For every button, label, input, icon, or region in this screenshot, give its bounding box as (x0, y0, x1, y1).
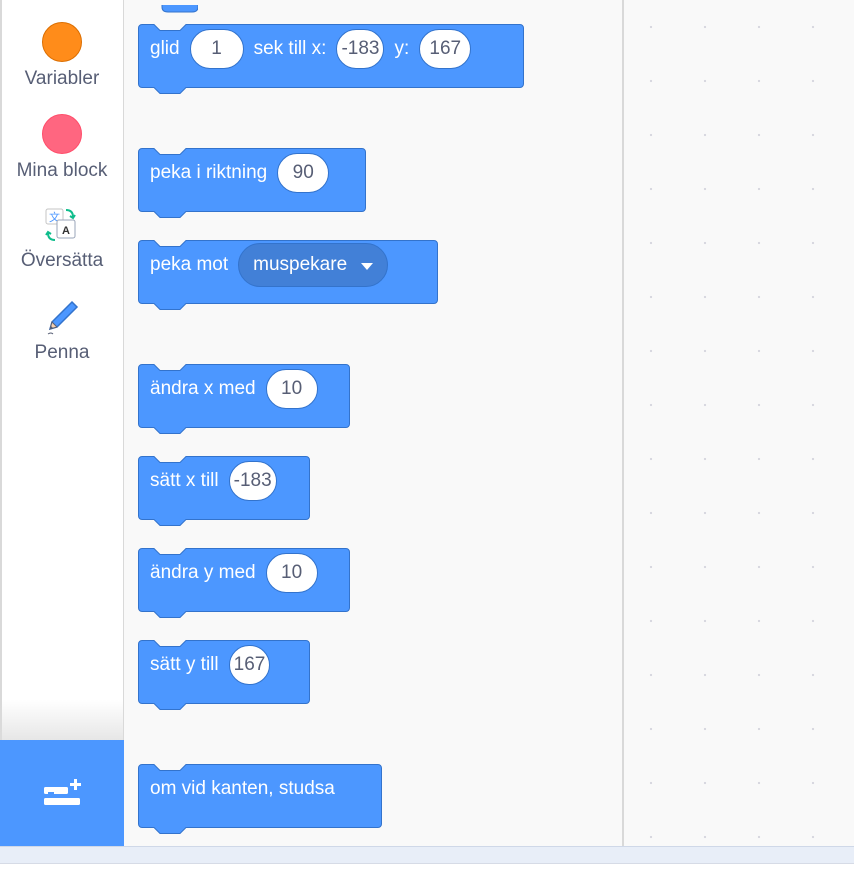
point-in-direction-block[interactable]: peka i riktning 90 (138, 148, 366, 218)
bottom-area (0, 864, 854, 894)
change-y-block[interactable]: ändra y med 10 (138, 548, 350, 618)
category-translate[interactable]: 文 A Översätta (0, 206, 124, 272)
direction-input[interactable]: 90 (277, 153, 330, 193)
category-label: Variabler (24, 68, 100, 89)
category-variables[interactable]: Variabler (0, 22, 124, 90)
change-x-input[interactable]: 10 (265, 369, 318, 409)
category-label: Översätta (20, 250, 104, 271)
pink-circle-icon (42, 114, 82, 154)
category-label: Penna (34, 342, 90, 363)
orange-circle-icon (42, 22, 82, 62)
block-text: ändra y med (150, 562, 256, 583)
block-palette: glid 1 sek till x: -183 y: 167 peka i ri… (124, 0, 622, 848)
svg-text:A: A (62, 225, 70, 237)
chevron-down-icon (361, 262, 374, 270)
add-extension-button[interactable] (0, 740, 124, 848)
category-label: Mina block (16, 160, 108, 181)
block-partial (138, 0, 199, 13)
set-y-block[interactable]: sätt y till 167 (138, 640, 310, 710)
change-x-block[interactable]: ändra x med 10 (138, 364, 350, 434)
set-y-input[interactable]: 167 (228, 645, 271, 685)
category-sidebar: Variabler Mina block 文 A Översätta Penna (0, 0, 124, 848)
point-towards-block[interactable]: peka mot muspekare (138, 240, 438, 310)
script-workspace[interactable] (624, 0, 854, 848)
block-text: peka mot (150, 254, 229, 275)
sidebar-edge (0, 0, 2, 740)
bounce-on-edge-block[interactable]: om vid kanten, studsa (138, 764, 382, 834)
block-text: peka i riktning (150, 162, 268, 183)
pen-icon (42, 298, 82, 338)
dropdown-value: muspekare (253, 254, 348, 275)
translate-icon: 文 A (42, 206, 82, 246)
block-text: glid (150, 38, 180, 59)
set-x-input[interactable]: -183 (228, 461, 277, 501)
change-y-input[interactable]: 10 (265, 553, 318, 593)
add-extension-icon (44, 779, 81, 805)
block-text: sek till x: (253, 38, 327, 59)
block-text: y: (394, 38, 410, 59)
sidebar-fade (0, 700, 123, 740)
block-text: ändra x med (150, 378, 256, 399)
set-x-block[interactable]: sätt x till -183 (138, 456, 310, 526)
bottom-bar (0, 846, 854, 864)
category-pen[interactable]: Penna (0, 298, 124, 364)
x-input[interactable]: -183 (336, 29, 385, 69)
block-text: sätt y till (150, 654, 219, 675)
y-input[interactable]: 167 (419, 29, 472, 69)
category-my-blocks[interactable]: Mina block (0, 114, 124, 182)
secs-input[interactable]: 1 (189, 29, 244, 69)
block-text: sätt x till (150, 470, 219, 491)
target-dropdown[interactable]: muspekare (238, 243, 389, 287)
glide-to-xy-block[interactable]: glid 1 sek till x: -183 y: 167 (138, 24, 524, 94)
block-text: om vid kanten, studsa (150, 778, 335, 799)
